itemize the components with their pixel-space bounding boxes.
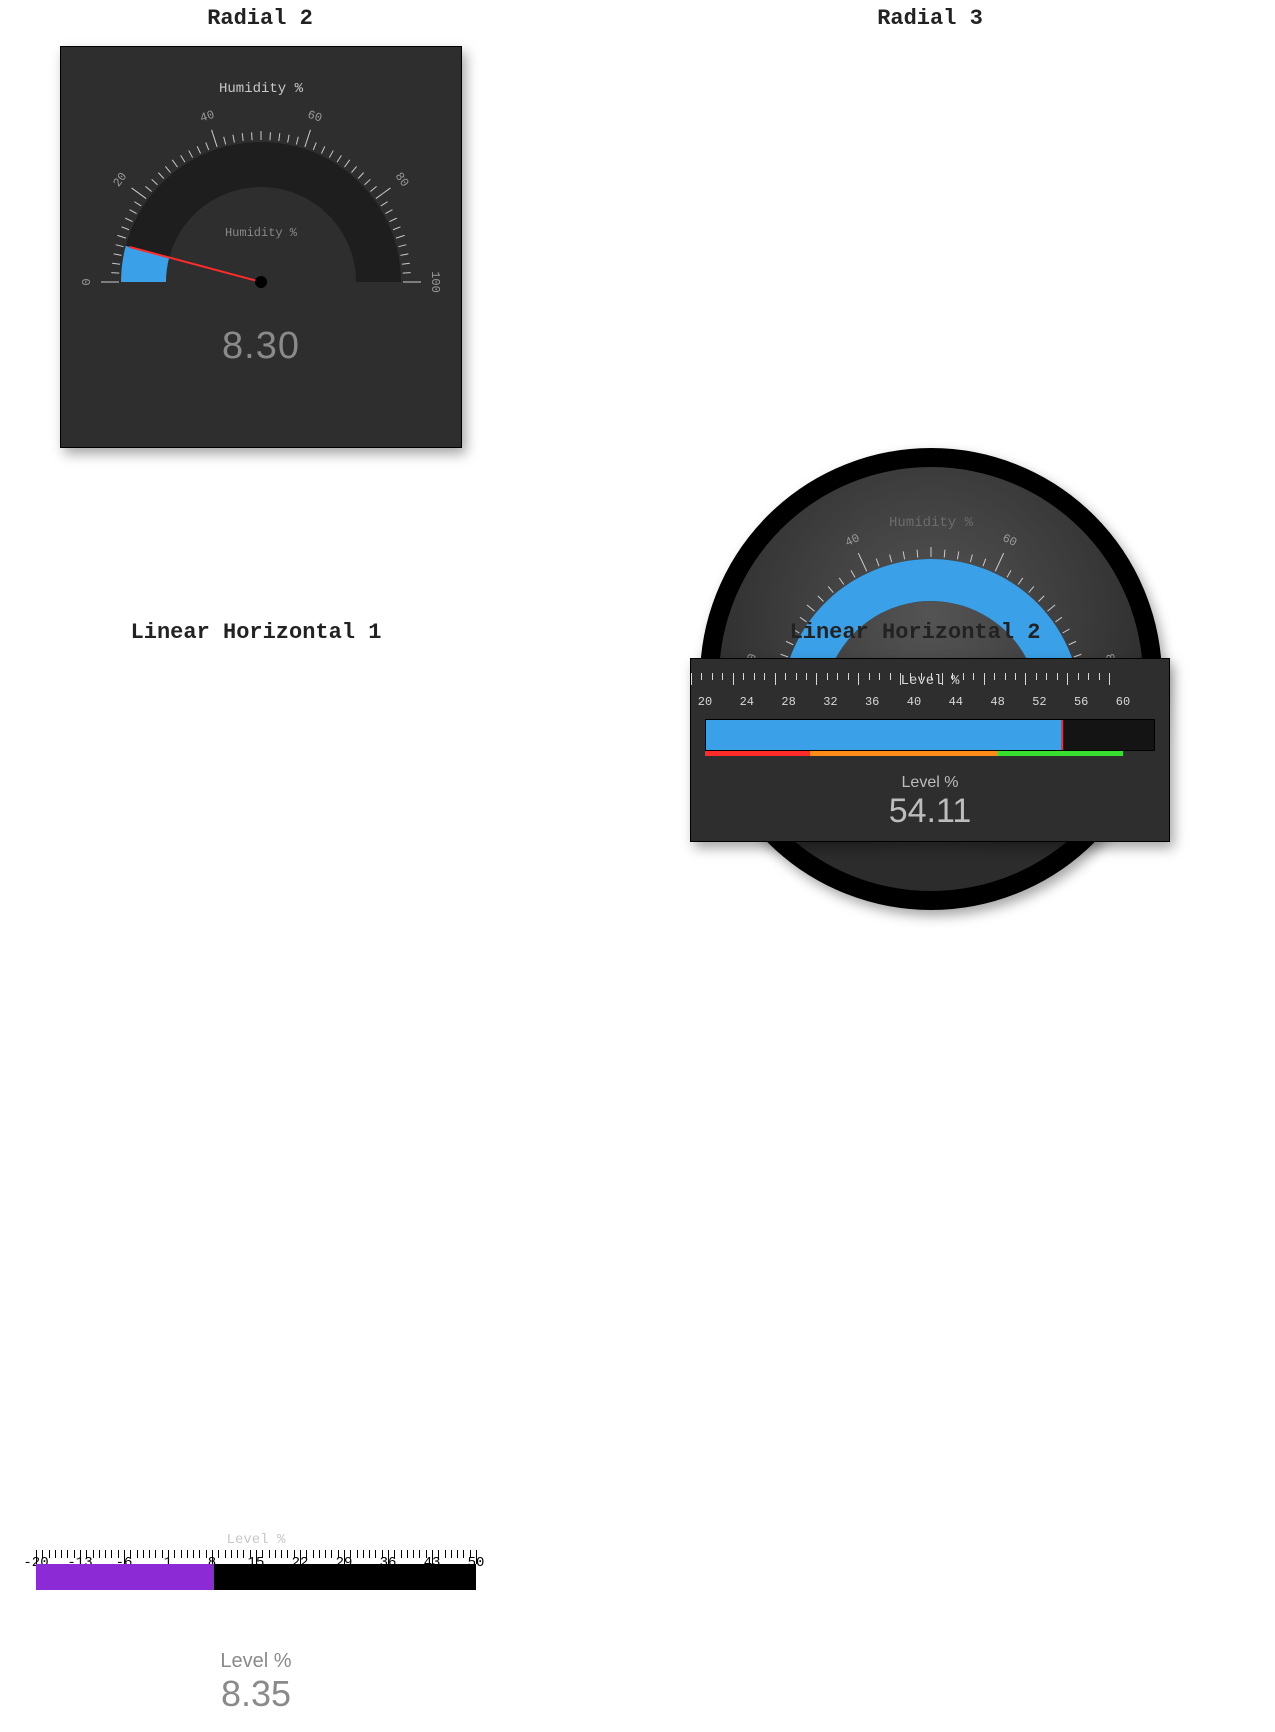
radial2-title: Radial 2 bbox=[60, 6, 460, 31]
radial2-sub-label-text: Humidity % bbox=[225, 226, 297, 240]
linear1-ticks bbox=[36, 1550, 476, 1564]
svg-text:80: 80 bbox=[392, 170, 412, 190]
radial3-title: Radial 3 bbox=[700, 6, 1160, 31]
gauge-linear-2: Level % 2024283236404448525660 Level % 5… bbox=[690, 658, 1170, 842]
gauge-radial-2: Humidity % Humidity % 0 20 40 60 80 100 8.30 bbox=[60, 46, 462, 448]
gauge-linear-1: Level % -20-13-618152229364350 Level % 8… bbox=[36, 1532, 476, 1732]
linear1-title: Linear Horizontal 1 bbox=[36, 620, 476, 645]
svg-text:60: 60 bbox=[306, 108, 324, 126]
linear1-track bbox=[36, 1564, 476, 1590]
linear2-range-bands bbox=[705, 751, 1155, 756]
svg-text:40: 40 bbox=[843, 531, 862, 550]
svg-text:20: 20 bbox=[110, 170, 130, 190]
radial2-scale-title: Humidity % bbox=[61, 81, 461, 97]
radial2-sub-label: Humidity % bbox=[61, 227, 461, 241]
linear2-track bbox=[705, 719, 1155, 751]
linear1-value: 8.35 bbox=[36, 1673, 476, 1715]
linear1-scale-title: Level % bbox=[36, 1532, 476, 1548]
linear2-ticks bbox=[691, 673, 1169, 685]
linear2-fill bbox=[706, 720, 1062, 750]
svg-text:100: 100 bbox=[428, 271, 442, 293]
linear1-value-label: Level % bbox=[36, 1650, 476, 1673]
linear2-title: Linear Horizontal 2 bbox=[690, 620, 1140, 645]
linear2-value: 54.11 bbox=[705, 792, 1155, 831]
radial2-value: 8.30 bbox=[61, 325, 461, 368]
linear2-value-label: Level % bbox=[705, 774, 1155, 792]
linear2-marker bbox=[1061, 720, 1063, 750]
linear2-scale: 2024283236404448525660 bbox=[705, 695, 1155, 715]
svg-text:0: 0 bbox=[80, 278, 94, 285]
linear1-fill bbox=[36, 1564, 214, 1590]
svg-text:60: 60 bbox=[1000, 531, 1019, 550]
radial2-svg: 0 20 40 60 80 100 bbox=[61, 47, 461, 447]
svg-text:40: 40 bbox=[198, 108, 216, 126]
